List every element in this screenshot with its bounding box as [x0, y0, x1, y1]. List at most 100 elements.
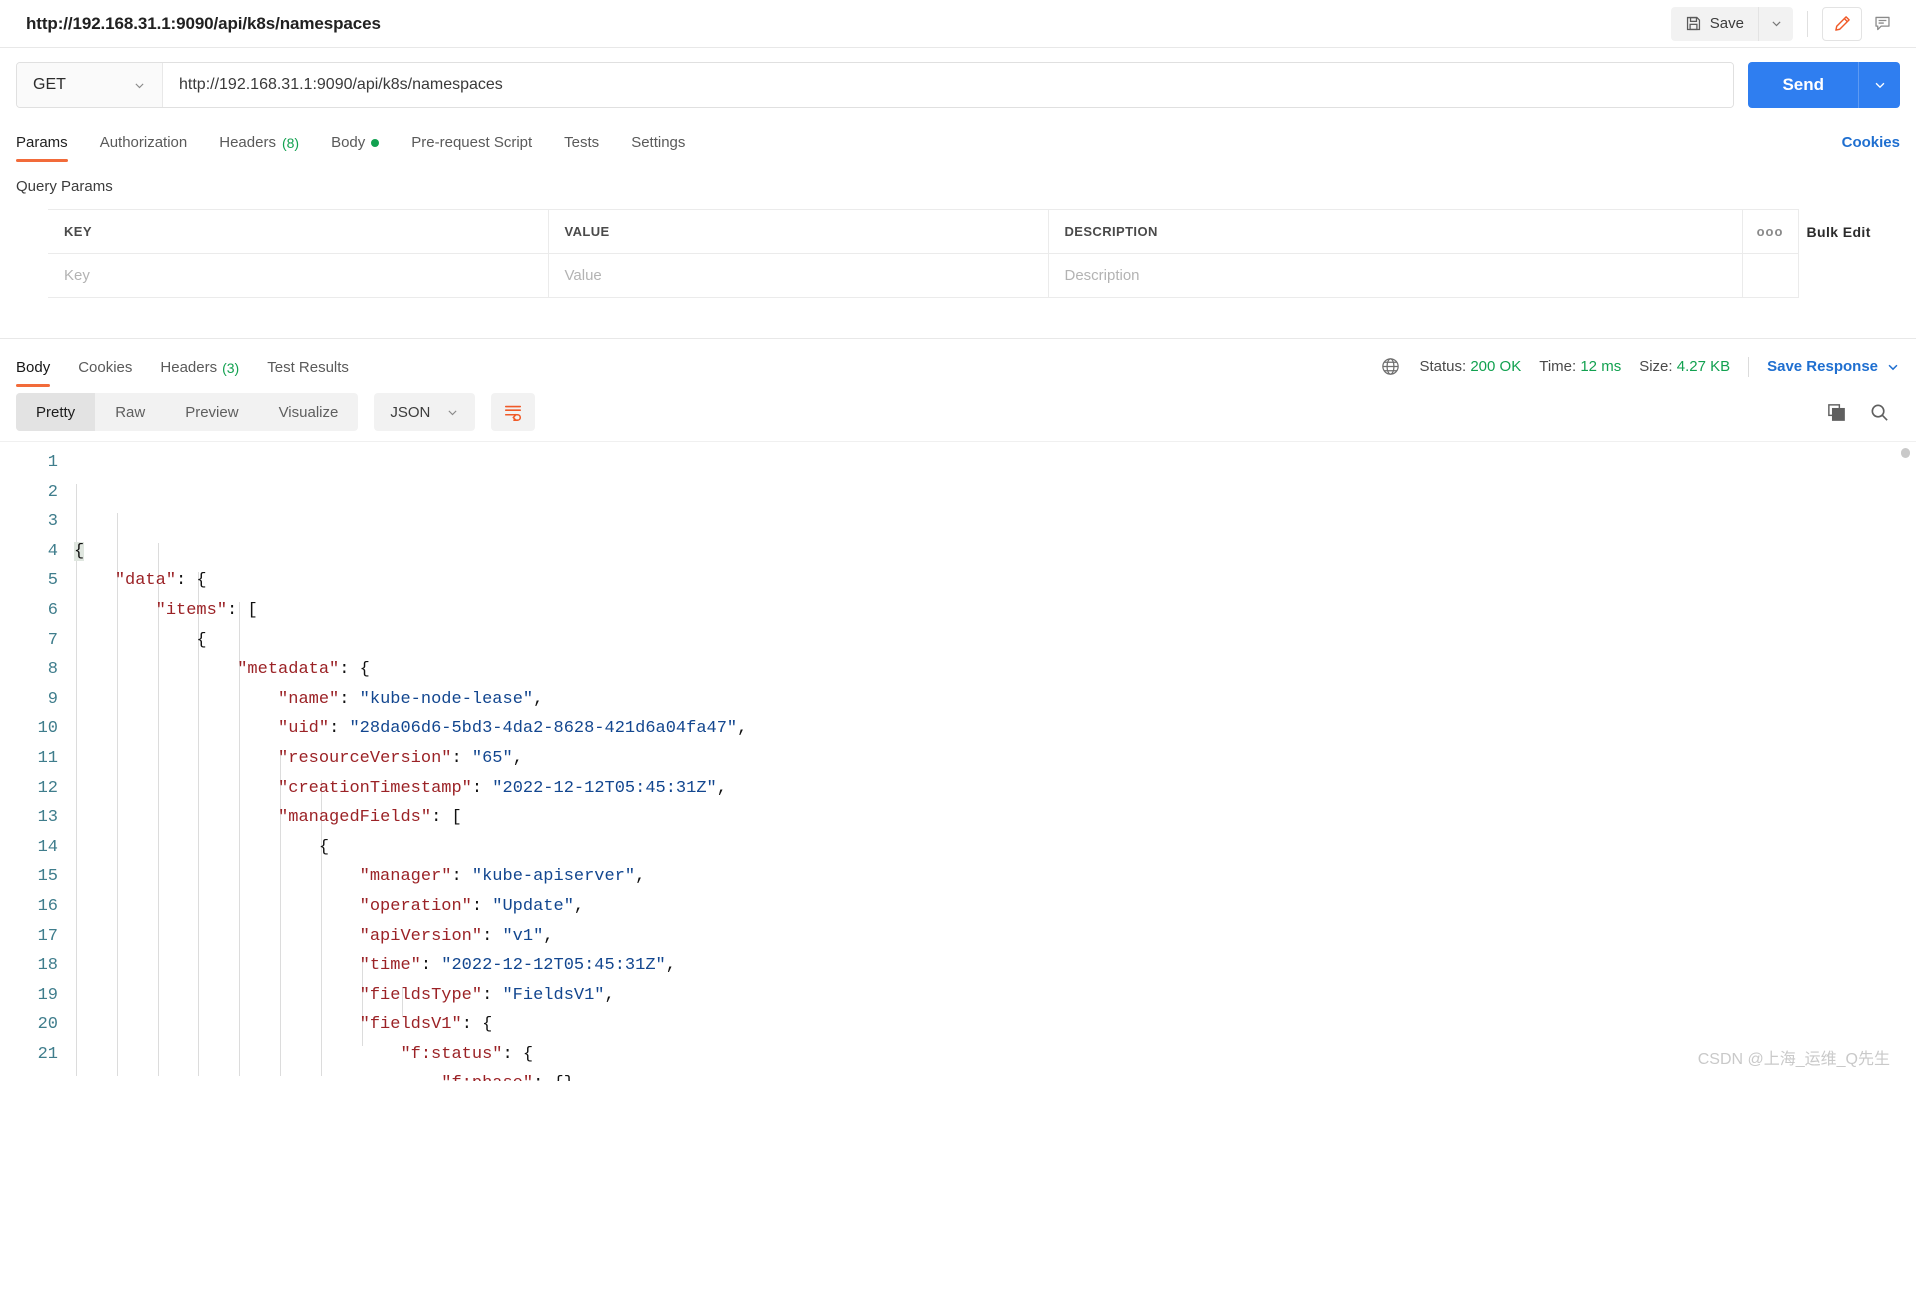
- cookies-link[interactable]: Cookies: [1842, 134, 1900, 162]
- globe-icon: [1380, 356, 1401, 377]
- json-string: "2022-12-12T05:45:31Z": [441, 956, 666, 976]
- save-options-button[interactable]: [1759, 6, 1793, 41]
- url-input[interactable]: http://192.168.31.1:9090/api/k8s/namespa…: [163, 63, 1734, 107]
- tab-params[interactable]: Params: [16, 134, 84, 162]
- code-line: "fieldsType": "FieldsV1",: [74, 981, 1916, 1011]
- save-button[interactable]: Save: [1670, 6, 1759, 41]
- json-key: "apiVersion": [359, 926, 483, 946]
- tab-tests[interactable]: Tests: [548, 134, 615, 162]
- floppy-disk-icon: [1685, 15, 1702, 32]
- line-number: 20: [37, 1015, 58, 1035]
- tab-settings[interactable]: Settings: [615, 134, 701, 162]
- tab-label: Authorization: [99, 134, 188, 151]
- table-header-row: KEY VALUE DESCRIPTION ooo Bulk Edit: [0, 209, 1916, 254]
- comments-button[interactable]: [1862, 7, 1902, 41]
- toolbar-divider: [1807, 10, 1808, 37]
- chevron-down-icon: [1770, 17, 1783, 30]
- line-number: 15: [37, 867, 58, 887]
- time-label: Time: 12 ms: [1539, 358, 1621, 375]
- response-tabs-row: Body Cookies Headers (3) Test Results Status…: [0, 339, 1916, 387]
- language-label: JSON: [390, 403, 431, 421]
- edit-request-button[interactable]: [1822, 6, 1862, 41]
- header-value: VALUE: [548, 209, 1049, 254]
- size-text: Size:: [1639, 358, 1673, 375]
- code-editor: 1 2 3 4 5 6 7 8 9 10 11 12 13 14 15 16 17 18 19 20 21 { "dat…: [0, 442, 1916, 1081]
- json-key: "resourceVersion": [278, 748, 452, 768]
- response-tabs: Body Cookies Headers (3) Test Results: [16, 359, 363, 387]
- tab-count-badge: (8): [281, 134, 300, 151]
- bulk-edit-button[interactable]: Bulk Edit: [1798, 210, 1916, 254]
- response-body-viewer[interactable]: 1 2 3 4 5 6 7 8 9 10 11 12 13 14 15 16 17 18 19 20 21 { "dat…: [0, 441, 1916, 1081]
- tab-headers[interactable]: Headers (8): [203, 134, 315, 162]
- tab-body[interactable]: Body: [315, 134, 395, 162]
- query-params-table: KEY VALUE DESCRIPTION ooo Bulk Edit Key …: [0, 209, 1916, 298]
- time-value: 12 ms: [1580, 358, 1622, 375]
- code-line: "name": "kube-node-lease",: [74, 685, 1916, 715]
- size-value: 4.27 KB: [1676, 358, 1731, 375]
- modified-dot-icon: [371, 138, 380, 147]
- json-punctuation: : [: [227, 600, 258, 620]
- line-number: 21: [37, 1044, 58, 1064]
- json-key: "manager": [359, 867, 452, 887]
- chevron-down-icon: [133, 79, 146, 92]
- search-button[interactable]: [1869, 402, 1890, 423]
- json-key: "creationTimestamp": [278, 778, 472, 798]
- code-line: "uid": "28da06d6-5bd3-4da2-8628-421d6a04…: [74, 714, 1916, 744]
- json-key: "operation": [359, 896, 472, 916]
- line-number: 8: [47, 660, 58, 680]
- vertical-scrollbar[interactable]: [1901, 448, 1910, 458]
- param-key-input[interactable]: Key: [48, 253, 549, 298]
- response-view-segmented-control: Pretty Raw Preview Visualize: [16, 393, 359, 431]
- view-pretty[interactable]: Pretty: [16, 393, 96, 431]
- view-preview[interactable]: Preview: [165, 393, 258, 431]
- json-punctuation: ,: [665, 956, 676, 976]
- json-punctuation: : {: [176, 571, 207, 591]
- param-value-input[interactable]: Value: [548, 253, 1049, 298]
- row-checkbox-cell[interactable]: [0, 254, 48, 298]
- json-key: "name": [278, 689, 340, 709]
- json-string: "65": [471, 748, 513, 768]
- json-string: "2022-12-12T05:45:31Z": [492, 778, 717, 798]
- line-number-gutter: 1 2 3 4 5 6 7 8 9 10 11 12 13 14 15 16 17 18 19 20 21: [0, 448, 74, 1081]
- response-tab-body[interactable]: Body: [16, 359, 64, 387]
- json-punctuation: :: [339, 689, 360, 709]
- json-punctuation: :: [420, 956, 442, 976]
- tab-authorization[interactable]: Authorization: [84, 134, 204, 162]
- param-description-input[interactable]: Description: [1048, 253, 1743, 298]
- line-number: 1: [47, 453, 58, 472]
- code-line: "time": "2022-12-12T05:45:31Z",: [74, 951, 1916, 981]
- code-line: "data": {: [74, 566, 1916, 596]
- response-tab-cookies[interactable]: Cookies: [64, 359, 146, 387]
- language-select[interactable]: JSON: [374, 393, 476, 431]
- line-number: 5: [47, 571, 58, 591]
- response-tab-headers[interactable]: Headers (3): [146, 359, 253, 387]
- response-tab-test-results[interactable]: Test Results: [253, 359, 363, 387]
- request-tabs: Params Authorization Headers (8) Body Pre-req…: [0, 120, 1916, 162]
- format-toolbar: Pretty Raw Preview Visualize JSON: [0, 387, 1916, 441]
- row-spacer-cell: [1798, 254, 1916, 298]
- wrap-lines-button[interactable]: [491, 393, 536, 431]
- save-response-button[interactable]: Save Response: [1767, 358, 1900, 375]
- tab-label: Params: [16, 134, 68, 151]
- copy-button[interactable]: [1826, 402, 1847, 423]
- json-key: "items": [155, 600, 228, 620]
- json-key: "managedFields": [278, 808, 432, 828]
- json-punctuation: : [: [431, 808, 462, 828]
- send-options-button[interactable]: [1858, 62, 1900, 108]
- top-bar: http://192.168.31.1:9090/api/k8s/namespa…: [0, 0, 1916, 48]
- response-tab-label: Test Results: [267, 359, 349, 376]
- send-button[interactable]: Send: [1748, 62, 1858, 108]
- save-button-label: Save: [1709, 15, 1744, 32]
- tab-pre-request-script[interactable]: Pre-request Script: [395, 134, 548, 162]
- view-raw[interactable]: Raw: [95, 393, 165, 431]
- json-punctuation: : {: [461, 1015, 493, 1035]
- http-method-select[interactable]: GET: [17, 63, 163, 107]
- view-visualize[interactable]: Visualize: [259, 393, 359, 431]
- header-more-options[interactable]: ooo: [1742, 209, 1799, 254]
- json-string: "FieldsV1": [502, 985, 605, 1005]
- line-number: 16: [37, 896, 58, 916]
- code-line: "fieldsV1": {: [74, 1010, 1916, 1040]
- code-line: "f:phase": {}: [74, 1069, 1916, 1081]
- tab-label: Settings: [631, 134, 686, 151]
- json-punctuation: ,: [635, 867, 646, 887]
